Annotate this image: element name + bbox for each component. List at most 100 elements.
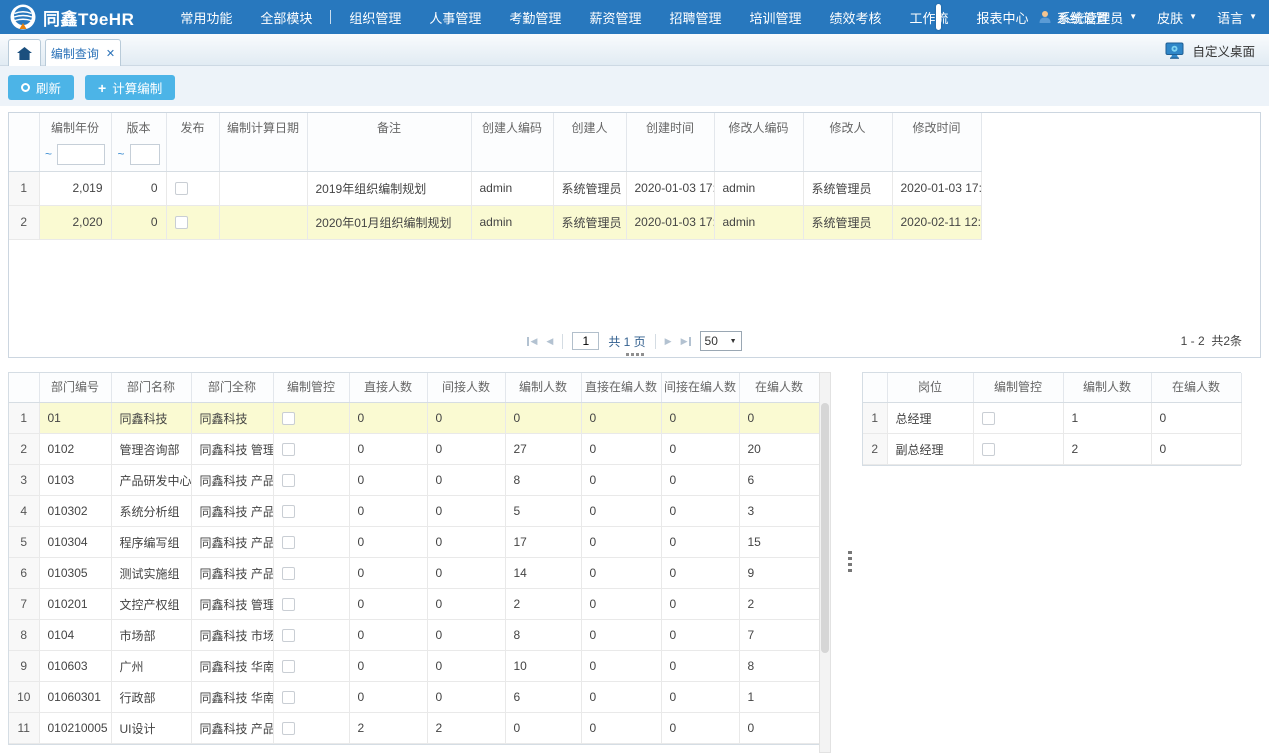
checkbox[interactable] [282, 443, 295, 456]
cell-plan: 2 [505, 589, 581, 620]
page-size-select[interactable]: 50 ▼ [700, 331, 742, 351]
checkbox[interactable] [982, 412, 995, 425]
checkbox[interactable] [282, 660, 295, 673]
cell-name: 行政部 [111, 682, 191, 713]
tab-home[interactable] [8, 39, 41, 66]
cell-active: 15 [739, 527, 819, 558]
cell-code: 0102 [39, 434, 111, 465]
nav-item-training[interactable]: 培训管理 [735, 8, 815, 27]
checkbox[interactable] [282, 536, 295, 549]
checkbox[interactable] [282, 629, 295, 642]
table-row[interactable]: 5010304程序编写组同鑫科技 产品研发00170015 [9, 527, 819, 558]
close-icon[interactable]: ✕ [106, 47, 115, 60]
nav-item-org[interactable]: 组织管理 [335, 8, 415, 27]
table-row[interactable]: 12,01902019年组织编制规划admin系统管理员2020-01-03 1… [9, 171, 981, 205]
table-row[interactable]: 6010305测试实施组同鑫科技 产品研发0014009 [9, 558, 819, 589]
pager-separator [655, 334, 656, 349]
row-number: 11 [9, 713, 39, 744]
cell-indirect: 0 [427, 558, 505, 589]
nav-item-modules[interactable]: 全部模块 [246, 8, 326, 27]
table-row[interactable]: 80104市场部同鑫科技 市场部008007 [9, 620, 819, 651]
cell-note: 2020年01月组织编制规划 [307, 205, 471, 239]
table-row[interactable]: 1001060301行政部同鑫科技 华南基地006001 [9, 682, 819, 713]
vertical-splitter-handle[interactable] [845, 548, 855, 575]
custom-desktop-button[interactable]: 自定义桌面 [1165, 41, 1255, 60]
table-row[interactable]: 30103产品研发中心同鑫科技 产品研发008006 [9, 465, 819, 496]
table-row[interactable]: 11010210005UI设计同鑫科技 产品研发220000 [9, 713, 819, 744]
col-modifier: 修改人 [803, 113, 892, 171]
prev-page-button[interactable]: ◀ [546, 336, 553, 347]
next-page-button[interactable]: ▶ [665, 336, 672, 347]
cell-code: 01 [39, 403, 111, 434]
checkbox[interactable] [175, 216, 188, 229]
position-table: 岗位 编制管控 编制人数 在编人数 1总经理102副总经理20 [863, 373, 1242, 465]
chevron-down-icon: ▼ [1129, 13, 1137, 21]
cell-post: 总经理 [887, 403, 973, 434]
checkbox-cell [273, 682, 349, 713]
nav-item-reports[interactable]: 报表中心 [963, 8, 1043, 27]
tab-bianzhi-chaxun[interactable]: 编制查询 ✕ [45, 39, 121, 66]
checkbox[interactable] [282, 474, 295, 487]
checkbox[interactable] [282, 505, 295, 518]
user-menu[interactable]: 系统管理员 ▼ [1038, 8, 1137, 27]
checkbox[interactable] [282, 598, 295, 611]
nav-item-salary[interactable]: 薪资管理 [575, 8, 655, 27]
refresh-button[interactable]: 刷新 [8, 75, 74, 100]
checkbox[interactable] [282, 691, 295, 704]
cell-full_name: 同鑫科技 [191, 403, 273, 434]
refresh-icon [21, 83, 30, 92]
first-page-button[interactable]: ◀ [527, 336, 537, 347]
vertical-scrollbar[interactable] [819, 372, 831, 753]
plan-grid-panel: 编制年份 ~ 版本 ~ 发布 编制计算日期 [8, 112, 1261, 358]
horizontal-splitter-handle[interactable] [624, 351, 646, 358]
page-count-label: 共 1 页 [608, 333, 645, 350]
cell-modifier_code: admin [714, 205, 803, 239]
table-row[interactable]: 9010603广州同鑫科技 华南基地0010008 [9, 651, 819, 682]
last-page-button[interactable]: ▶ [681, 336, 691, 347]
cell-name: 广州 [111, 651, 191, 682]
page-number-input[interactable] [572, 332, 599, 350]
checkbox[interactable] [982, 443, 995, 456]
nav-item-recruit[interactable]: 招聘管理 [655, 8, 735, 27]
cell-indirect_active: 0 [661, 713, 739, 744]
calculate-button[interactable]: + 计算编制 [85, 75, 175, 100]
app-window: 同鑫T9eHR 常用功能 全部模块 组织管理 人事管理 考勤管理 薪资管理 招聘… [0, 0, 1269, 753]
nav-item-hr[interactable]: 人事管理 [415, 8, 495, 27]
checkbox[interactable] [282, 722, 295, 735]
nav-scroll-handle[interactable] [936, 4, 941, 30]
checkbox[interactable] [175, 182, 188, 195]
record-range-label: 1 - 2 共2条 [1181, 332, 1242, 349]
col-creator-code: 创建人编码 [471, 113, 553, 171]
cell-version: 0 [111, 205, 166, 239]
nav-item-performance[interactable]: 绩效考核 [815, 8, 895, 27]
nav-item-attendance[interactable]: 考勤管理 [495, 8, 575, 27]
checkbox-cell [273, 403, 349, 434]
table-row[interactable]: 22,02002020年01月组织编制规划admin系统管理员2020-01-0… [9, 205, 981, 239]
table-row[interactable]: 101同鑫科技同鑫科技000000 [9, 403, 819, 434]
checkbox[interactable] [282, 412, 295, 425]
nav-item-common[interactable]: 常用功能 [166, 8, 246, 27]
scrollbar-thumb[interactable] [821, 403, 829, 653]
row-number: 10 [9, 682, 39, 713]
checkbox-cell [273, 713, 349, 744]
table-row[interactable]: 7010201文控产权组同鑫科技 管理咨询002002 [9, 589, 819, 620]
nav-item-workflow[interactable]: 工作流 [896, 8, 963, 27]
col-rownum [9, 373, 39, 403]
department-header-row: 部门编号 部门名称 部门全称 编制管控 直接人数 间接人数 编制人数 直接在编人… [9, 373, 819, 403]
row-number: 1 [9, 403, 39, 434]
skin-label: 皮肤 [1157, 8, 1183, 27]
table-row[interactable]: 2副总经理20 [863, 434, 1241, 465]
version-filter-input[interactable] [130, 144, 160, 165]
cell-name: 管理咨询部 [111, 434, 191, 465]
skin-menu[interactable]: 皮肤 ▼ [1157, 8, 1197, 27]
language-menu[interactable]: 语言 ▼ [1217, 8, 1257, 27]
app-logo[interactable]: 同鑫T9eHR [10, 4, 134, 30]
cell-code: 010210005 [39, 713, 111, 744]
cell-full_name: 同鑫科技 华南基地 [191, 682, 273, 713]
table-row[interactable]: 1总经理10 [863, 403, 1241, 434]
checkbox[interactable] [282, 567, 295, 580]
year-filter-input[interactable] [57, 144, 105, 165]
table-row[interactable]: 4010302系统分析组同鑫科技 产品研发005003 [9, 496, 819, 527]
pagination-bar: ◀ ◀ 共 1 页 ▶ ▶ 50 ▼ [9, 329, 1260, 353]
table-row[interactable]: 20102管理咨询部同鑫科技 管理咨询00270020 [9, 434, 819, 465]
